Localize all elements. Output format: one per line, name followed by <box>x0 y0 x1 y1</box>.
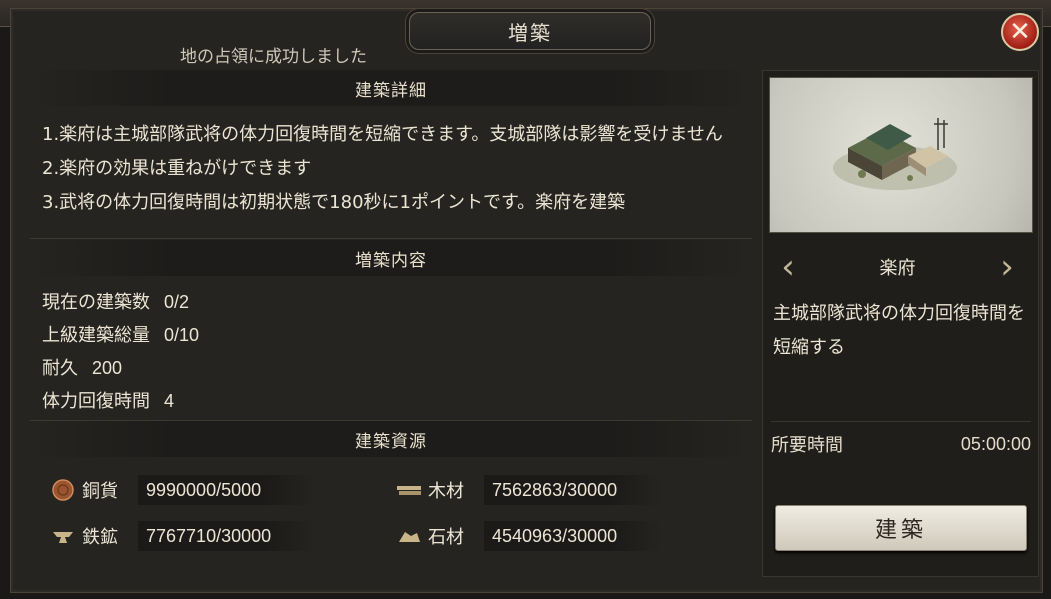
chevron-right-icon: › <box>1000 247 1014 287</box>
build-time-label: 所要時間 <box>771 435 843 456</box>
iron-icon <box>50 525 76 547</box>
details-text[interactable]: 1.楽府は主城部隊武将の体力回復時間を短縮できます。支城部隊は影響を受けません … <box>42 118 742 234</box>
resource-iron: 鉄鉱 7767710/30000 <box>50 521 316 551</box>
details-line-1: 1.楽府は主城部隊武将の体力回復時間を短縮できます。支城部隊は影響を受けません <box>42 124 723 145</box>
resource-value: 4540963/30000 <box>484 521 662 551</box>
resources-header: 建築資源 <box>30 421 752 457</box>
resource-stone: 石材 4540963/30000 <box>396 521 662 551</box>
building-preview-image <box>769 77 1033 233</box>
resource-name: 鉄鉱 <box>82 527 118 548</box>
resource-name: 石材 <box>428 527 464 548</box>
stat-value: 200 <box>92 358 123 378</box>
content-header: 増築内容 <box>30 240 752 276</box>
building-description: 主城部隊武将の体力回復時間を短縮する <box>773 303 1025 358</box>
stat-label: 体力回復時間 <box>42 391 150 412</box>
stat-label: 現在の建築数 <box>42 292 150 313</box>
resource-copper: 銅貨 9990000/5000 <box>50 475 316 505</box>
stat-value: 0/10 <box>164 325 200 345</box>
resource-wood: 木材 7562863/30000 <box>396 475 662 505</box>
stat-label: 耐久 <box>42 358 78 379</box>
stone-icon <box>396 525 422 547</box>
building-name: 楽府 <box>879 258 916 279</box>
building-nav: ‹ 楽府 › <box>775 237 1020 297</box>
divider <box>30 238 752 239</box>
details-line-3: 3.武将の体力回復時間は初期状態で180秒に1ポイントです。楽府を建築 <box>42 192 626 213</box>
resource-value: 7562863/30000 <box>484 475 662 505</box>
details-line-2: 2.楽府の効果は重ねがけできます <box>42 158 312 179</box>
stat-recovery-time: 体力回復時間 4 <box>42 387 174 413</box>
wood-icon <box>396 479 422 501</box>
details-header: 建築詳細 <box>30 70 752 106</box>
notice-text: 地の占領に成功しました <box>180 47 367 67</box>
build-time-row: 所要時間 05:00:00 <box>771 421 1031 466</box>
prev-building-button[interactable]: ‹ <box>775 245 801 289</box>
stat-value: 0/2 <box>164 292 190 312</box>
close-icon: ✕ <box>1009 17 1031 47</box>
resource-name: 木材 <box>428 481 464 502</box>
resource-value: 9990000/5000 <box>138 475 316 505</box>
stat-current-count: 現在の建築数 0/2 <box>42 288 189 314</box>
chevron-left-icon: ‹ <box>781 247 795 287</box>
coin-icon <box>50 479 76 501</box>
dialog-title: 増築 <box>409 12 651 50</box>
close-button[interactable]: ✕ <box>1001 13 1039 51</box>
stat-durability: 耐久 200 <box>42 354 122 380</box>
resource-name: 銅貨 <box>82 481 118 502</box>
left-panel: 建築詳細 1.楽府は主城部隊武将の体力回復時間を短縮できます。支城部隊は影響を受… <box>30 70 752 575</box>
stat-label: 上級建築総量 <box>42 325 150 346</box>
next-building-button[interactable]: › <box>994 245 1020 289</box>
right-panel: ‹ 楽府 › 主城部隊武将の体力回復時間を短縮する 所要時間 05:00:00 … <box>762 70 1039 577</box>
stat-value: 4 <box>164 391 175 411</box>
resource-value: 7767710/30000 <box>138 521 316 551</box>
build-button[interactable]: 建築 <box>775 505 1027 551</box>
build-time-value: 05:00:00 <box>960 433 1031 454</box>
stat-upper-total: 上級建築総量 0/10 <box>42 321 199 347</box>
